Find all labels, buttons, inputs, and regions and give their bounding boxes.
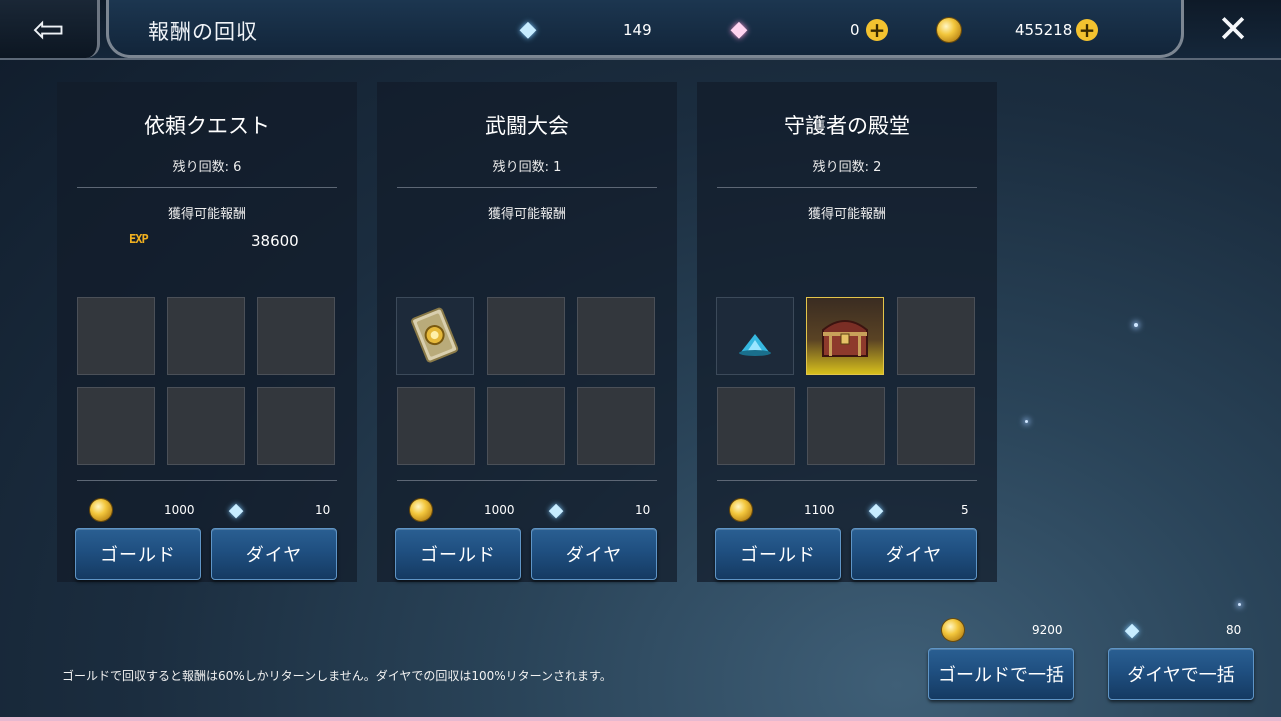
gold-collect-button[interactable]: ゴールド [715,528,841,580]
bulk-diamond-collect-button[interactable]: ダイヤで一括 [1108,648,1254,700]
reward-panel-tournament: 武闘大会 残り回数: 1 獲得可能報酬 1000 ◆ 10 ゴールド ダイヤ [377,82,677,582]
exp-icon: EXP [129,232,149,246]
treasure-chest-icon [822,320,868,357]
background-star [1025,420,1028,423]
divider [77,187,337,188]
reward-label: 獲得可能報酬 [167,207,246,222]
background-star [1134,323,1138,327]
reward-slot [77,297,155,375]
reward-slot [397,387,475,465]
divider [717,187,977,188]
blue-crystal-icon [739,334,771,356]
reward-slot [487,387,565,465]
remaining-count: 残り回数: 1 [492,160,562,175]
panel-title: 依頼クエスト [144,114,270,138]
cost-row: 1000 ◆ 10 [377,494,677,526]
panel-title: 守護者の殿堂 [784,114,910,138]
reward-panel-guardian-hall: 守護者の殿堂 残り回数: 2 獲得可能報酬 1100 ◆ 5 ゴールド ダイヤ [697,82,997,582]
add-gold-button[interactable]: + [1076,19,1098,41]
gold-collect-button[interactable]: ゴールド [75,528,201,580]
reward-slot-crystal[interactable] [716,297,794,375]
top-bar: ⇦ 報酬の回収 ◆ 149 ◆ 0 + 455218 + ✕ [0,0,1281,60]
diamond-icon: ◆ [519,17,537,42]
reward-slot [257,297,335,375]
divider [77,480,337,481]
close-icon: ✕ [1217,7,1249,51]
reward-slot [897,297,975,375]
cost-row: 1000 ◆ 10 [57,494,357,526]
reward-slot [807,387,885,465]
gold-coin-icon [935,16,963,44]
bulk-diamond-cost: 80 [1226,623,1242,637]
remaining-count: 残り回数: 6 [172,160,242,175]
diamond-collect-button[interactable]: ダイヤ [851,528,977,580]
divider [397,480,657,481]
reward-slot-scroll[interactable] [396,297,474,375]
cost-row: 1100 ◆ 5 [697,494,997,526]
panel-title: 武闘大会 [485,114,569,138]
bottom-edge [0,717,1281,721]
gold-cost: 1000 [484,503,515,517]
exp-value: 38600 [251,232,299,250]
reward-panel-request-quest: 依頼クエスト 残り回数: 6 獲得可能報酬 EXP 38600 1000 ◆ 1… [57,82,357,582]
reward-slot [167,387,245,465]
scroll-item-icon [411,307,459,363]
bulk-gold-collect-button[interactable]: ゴールドで一括 [928,648,1074,700]
reward-slot [577,297,655,375]
gold-coin-icon [407,496,435,524]
diamond-collect-button[interactable]: ダイヤ [211,528,337,580]
divider [397,187,657,188]
reward-slot [897,387,975,465]
diamond-icon: ◆ [228,498,244,521]
reward-slot [717,387,795,465]
add-premium-diamond-button[interactable]: + [866,19,888,41]
back-arrow-icon: ⇦ [32,7,65,51]
diamond-count: 149 [623,21,652,39]
premium-diamond-count: 0 [850,21,860,39]
gold-collect-button[interactable]: ゴールド [395,528,521,580]
gold-coin-icon [727,496,755,524]
gold-count: 455218 [1015,21,1073,39]
reward-slot-chest[interactable] [806,297,884,375]
background-star [1238,603,1241,606]
divider [717,480,977,481]
reward-slot [77,387,155,465]
diamond-icon: ◆ [548,498,564,521]
gold-coin-icon [87,496,115,524]
close-button[interactable]: ✕ [1185,0,1281,58]
diamond-cost: 5 [961,503,969,517]
page-title: 報酬の回収 [148,20,258,44]
premium-diamond-icon: ◆ [730,17,748,42]
gold-cost: 1000 [164,503,195,517]
reward-label: 獲得可能報酬 [807,207,886,222]
reward-slot [577,387,655,465]
reward-label: 獲得可能報酬 [487,207,566,222]
diamond-cost: 10 [635,503,651,517]
diamond-collect-button[interactable]: ダイヤ [531,528,657,580]
remaining-count: 残り回数: 2 [812,160,882,175]
collection-note: ゴールドで回収すると報酬は60%しかリターンしません。ダイヤでの回収は100%リ… [62,669,612,683]
diamond-icon: ◆ [868,498,884,521]
gold-coin-icon [939,616,967,644]
reward-slot [487,297,565,375]
back-button[interactable]: ⇦ [0,0,100,58]
reward-slot [257,387,335,465]
diamond-icon: ◆ [1124,618,1140,641]
reward-slot [167,297,245,375]
diamond-cost: 10 [315,503,331,517]
gold-cost: 1100 [804,503,835,517]
bulk-gold-cost: 9200 [1032,623,1063,637]
